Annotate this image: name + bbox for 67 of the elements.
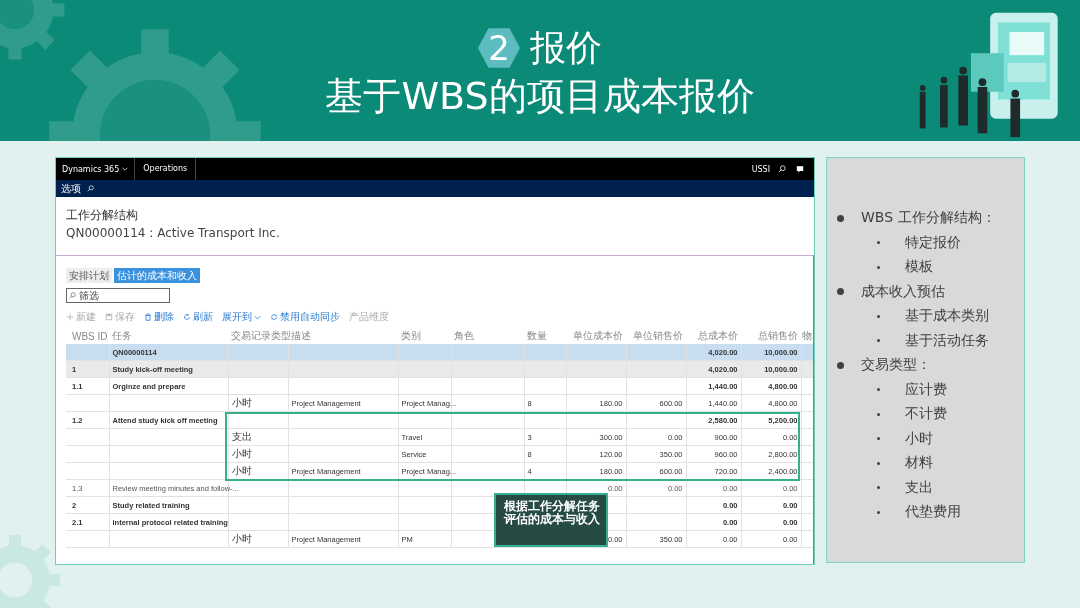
bullet-icon bbox=[837, 214, 844, 222]
column-header[interactable]: 任务 bbox=[109, 328, 228, 344]
bullet-icon bbox=[877, 412, 880, 416]
bullet-icon bbox=[877, 461, 880, 465]
tab[interactable]: 估计的成本和收入 bbox=[114, 268, 200, 283]
plus-icon bbox=[66, 313, 74, 321]
column-header[interactable]: 总销售价 bbox=[741, 328, 801, 344]
table-cell: 小时 bbox=[231, 448, 252, 459]
bullet-text: 基于活动任务 bbox=[905, 331, 989, 350]
toolbar-button[interactable]: 刷新 bbox=[183, 310, 213, 324]
bullet-text: WBS 工作分解结构： bbox=[861, 209, 996, 228]
bullet-icon bbox=[877, 241, 880, 245]
bullet-text: 支出 bbox=[905, 478, 933, 497]
bullet-text: 小时 bbox=[905, 429, 933, 448]
bullet-icon bbox=[877, 437, 880, 441]
table-cell: 支出 bbox=[231, 431, 252, 442]
caret-icon bbox=[122, 167, 129, 171]
column-header[interactable]: 数量 bbox=[524, 328, 566, 344]
caret-icon bbox=[254, 314, 261, 320]
record-title: QN00000114 : Active Transport Inc. bbox=[66, 225, 281, 242]
bullet-text: 材料 bbox=[905, 454, 933, 473]
bullet-text: 特定报价 bbox=[905, 233, 961, 252]
column-header[interactable]: 物 bbox=[801, 328, 813, 344]
page-title: 工作分解结构 bbox=[66, 207, 139, 223]
bullet-text: 应计费 bbox=[905, 380, 947, 399]
table-cell: 小时 bbox=[231, 397, 252, 408]
bullet-icon bbox=[877, 510, 880, 514]
toolbar-button[interactable]: 展开到 bbox=[222, 310, 261, 324]
table-cell: 小时 bbox=[231, 465, 252, 476]
company-label[interactable]: USSI bbox=[751, 164, 770, 174]
bullet-text: 基于成本类别 bbox=[905, 307, 989, 326]
bullet-icon bbox=[877, 486, 880, 490]
toolbar-button[interactable]: 删除 bbox=[144, 310, 174, 324]
slide-title: 报价 bbox=[530, 26, 602, 70]
sync-icon bbox=[270, 313, 278, 321]
filter-field[interactable]: 筛选 bbox=[66, 288, 170, 303]
bullet-text: 交易类型： bbox=[861, 356, 931, 375]
bullet-icon bbox=[837, 361, 844, 369]
chat-icon[interactable] bbox=[796, 165, 804, 173]
callout-note: 根据工作分解任务评估的成本与收入 bbox=[494, 492, 608, 547]
table-cell: 小时 bbox=[231, 533, 252, 544]
search-icon bbox=[69, 292, 76, 299]
bullet-icon bbox=[877, 265, 880, 269]
refresh-icon bbox=[183, 313, 191, 321]
bullet-icon bbox=[877, 339, 880, 343]
column-header[interactable]: 类别 bbox=[398, 328, 451, 344]
bullet-icon bbox=[877, 388, 880, 392]
bullet-text: 代垫费用 bbox=[905, 503, 961, 522]
tab[interactable]: 安排计划 bbox=[66, 268, 112, 283]
bullet-icon bbox=[837, 288, 844, 296]
options-tab[interactable]: 选项 bbox=[61, 181, 81, 196]
toolbar-button[interactable]: 禁用自动同步 bbox=[270, 310, 340, 324]
search-icon[interactable] bbox=[87, 185, 94, 192]
save-icon bbox=[105, 313, 113, 321]
column-header[interactable]: 总成本价 bbox=[686, 328, 741, 344]
bullet-text: 不计费 bbox=[905, 405, 947, 424]
column-header[interactable]: WBS ID bbox=[66, 328, 109, 344]
trash-icon bbox=[144, 313, 152, 321]
slide-subtitle: 基于WBS的项目成本报价 bbox=[325, 73, 755, 120]
search-icon[interactable] bbox=[778, 165, 786, 173]
bullet-text: 模板 bbox=[905, 258, 933, 277]
section-number: 2 bbox=[478, 27, 520, 69]
bullet-text: 成本收入预估 bbox=[861, 282, 945, 301]
bullet-icon bbox=[877, 314, 880, 318]
column-header[interactable]: 角色 bbox=[451, 328, 524, 344]
column-header[interactable]: 单位销售价 bbox=[626, 328, 686, 344]
column-header[interactable]: 单位成本价 bbox=[566, 328, 626, 344]
